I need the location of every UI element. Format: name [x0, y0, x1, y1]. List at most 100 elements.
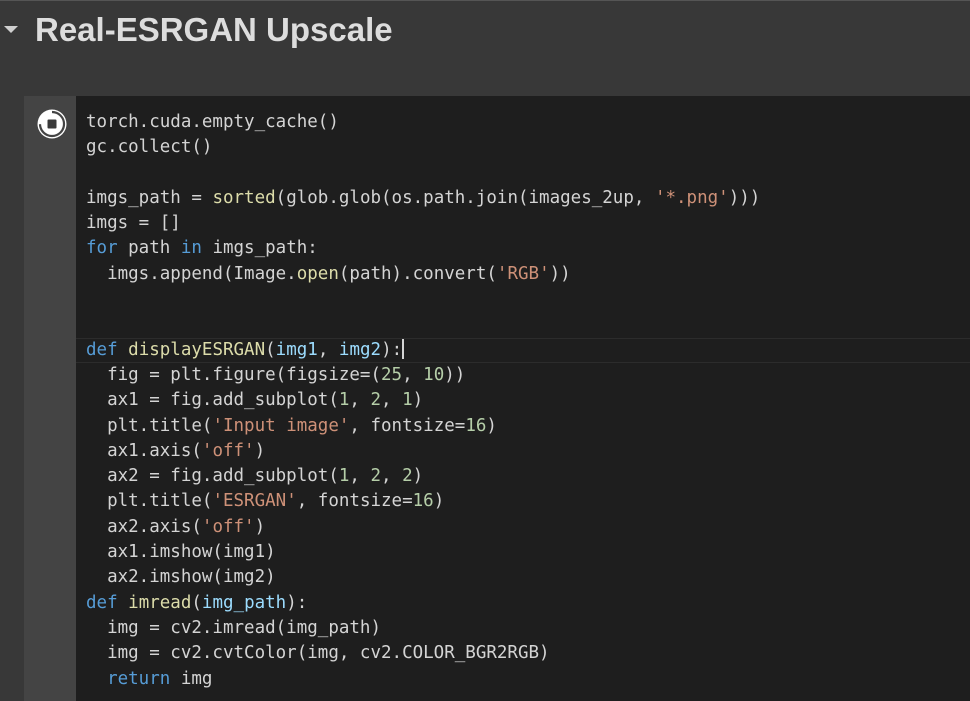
- code-token: imgs_path =: [86, 187, 213, 208]
- code-token: 'ESRGAN': [212, 491, 297, 512]
- code-line[interactable]: for path in imgs_path:: [86, 236, 760, 261]
- code-token: 'RGB': [496, 263, 550, 284]
- code-token: 16: [412, 491, 434, 512]
- code-token: sorted: [212, 187, 276, 208]
- code-token: 16: [465, 415, 487, 436]
- code-token: imgs.append(Image.: [86, 263, 297, 284]
- code-token: return: [107, 668, 171, 689]
- code-token: ): [433, 491, 445, 512]
- code-token: ): [254, 440, 266, 461]
- code-line[interactable]: [86, 312, 760, 337]
- code-token: plt.title(: [86, 415, 213, 436]
- code-token: open: [296, 263, 339, 284]
- code-token: ax1.axis(: [86, 440, 202, 461]
- code-token: def: [86, 339, 118, 360]
- cell-gutter: [24, 96, 76, 701]
- code-line[interactable]: plt.title('Input image', fontsize=16): [86, 414, 760, 439]
- code-token: 'off': [201, 516, 255, 537]
- code-token: 2: [402, 466, 413, 487]
- caret-down-icon[interactable]: [4, 26, 18, 33]
- code-token: ,: [381, 466, 403, 487]
- code-token: ): [412, 466, 424, 487]
- section-header[interactable]: Real-ESRGAN Upscale: [0, 0, 970, 62]
- code-token: imgs = []: [86, 213, 181, 234]
- code-line[interactable]: imgs = []: [86, 211, 760, 236]
- code-line[interactable]: ax1.axis('off'): [86, 439, 760, 464]
- code-token: ): [254, 516, 266, 537]
- code-token: ,: [402, 364, 424, 385]
- code-token: img2: [338, 339, 382, 360]
- stop-execution-button[interactable]: [36, 108, 68, 140]
- code-token: ,: [349, 390, 371, 411]
- code-token: ): [486, 415, 497, 436]
- stop-circle-icon: [37, 109, 67, 139]
- code-token: )): [549, 263, 571, 284]
- code-line[interactable]: [86, 161, 760, 186]
- code-token: img = cv2.imread(img_path): [86, 617, 382, 638]
- code-line[interactable]: gc.collect(): [86, 135, 760, 160]
- code-line[interactable]: ax1.imshow(img1): [86, 540, 760, 565]
- code-line[interactable]: def imread(img_path):: [86, 591, 760, 616]
- code-line[interactable]: plt.title('ESRGAN', fontsize=16): [86, 489, 760, 514]
- code-token: (glob.glob(os.path.join(images_2up,: [275, 187, 655, 208]
- code-token: ax1.imshow(img1): [86, 542, 276, 563]
- code-token: 'Input image': [212, 415, 350, 436]
- section-title: Real-ESRGAN Upscale: [35, 11, 393, 48]
- code-token: ax2 = fig.add_subplot(: [86, 466, 339, 487]
- code-token: imread: [128, 592, 192, 613]
- code-lines[interactable]: torch.cuda.empty_cache() gc.collect() imgs…: [75, 110, 970, 692]
- code-token: 2: [370, 390, 382, 411]
- code-token: ):: [286, 592, 308, 613]
- code-line[interactable]: ax2.imshow(img2): [86, 565, 760, 590]
- code-token: 'off': [201, 440, 255, 461]
- code-line[interactable]: img = cv2.imread(img_path): [86, 616, 760, 641]
- code-token: in: [180, 238, 202, 259]
- code-token: img: [170, 668, 213, 689]
- code-line[interactable]: imgs.append(Image.open(path).convert('RG…: [86, 262, 760, 287]
- code-token: ):: [381, 339, 403, 360]
- text-cursor: [402, 338, 404, 359]
- notebook-page: Real-ESRGAN Upscale torch.cuda.empty_cac…: [0, 0, 970, 701]
- code-token: plt.title(: [86, 491, 213, 512]
- code-line[interactable]: ax1 = fig.add_subplot(1, 2, 1): [86, 388, 760, 413]
- code-token: for: [86, 238, 118, 259]
- code-token: (: [191, 592, 202, 613]
- code-line[interactable]: return img: [86, 667, 760, 692]
- code-line[interactable]: imgs_path = sorted(glob.glob(os.path.joi…: [86, 186, 760, 211]
- code-token: 1: [338, 390, 350, 411]
- code-token: imgs_path:: [201, 238, 318, 259]
- code-token: def: [86, 592, 118, 613]
- code-token: img1: [275, 339, 318, 360]
- code-line[interactable]: def displayESRGAN(img1, img2):: [75, 337, 970, 364]
- code-line[interactable]: ax2.axis('off'): [86, 515, 760, 540]
- code-cell[interactable]: torch.cuda.empty_cache() gc.collect() imgs…: [24, 96, 970, 701]
- code-token: ,: [381, 390, 403, 411]
- code-token: 10: [423, 364, 445, 385]
- code-token: img = cv2.cvtColor(img, cv2.COLOR_BGR2RG…: [86, 643, 550, 664]
- code-line[interactable]: torch.cuda.empty_cache(): [86, 110, 760, 135]
- code-token: )): [444, 364, 466, 385]
- code-token: img_path: [201, 592, 287, 613]
- code-token: ): [412, 390, 424, 411]
- code-token: ))): [728, 187, 761, 208]
- code-line[interactable]: [86, 287, 760, 312]
- code-token: torch.cuda.empty_cache(): [86, 112, 339, 132]
- code-token: fig = plt.figure(figsize=(: [86, 364, 382, 385]
- code-token: 1: [402, 390, 413, 411]
- code-token: 1: [338, 466, 350, 487]
- code-line[interactable]: fig = plt.figure(figsize=(25, 10)): [86, 363, 760, 388]
- code-token: 2: [370, 466, 382, 487]
- code-token: ax1 = fig.add_subplot(: [86, 390, 339, 411]
- code-token: ,: [317, 339, 339, 360]
- code-token: (path).convert(: [338, 263, 497, 284]
- code-token: ax2.axis(: [86, 516, 202, 537]
- code-editor[interactable]: torch.cuda.empty_cache() gc.collect() imgs…: [75, 96, 970, 701]
- code-line[interactable]: img = cv2.cvtColor(img, cv2.COLOR_BGR2RG…: [86, 641, 760, 666]
- code-token: ax2.imshow(img2): [86, 567, 276, 588]
- code-token: 25: [381, 364, 403, 385]
- code-line[interactable]: ax2 = fig.add_subplot(1, 2, 2): [86, 464, 760, 489]
- code-token: '*.png': [654, 187, 729, 208]
